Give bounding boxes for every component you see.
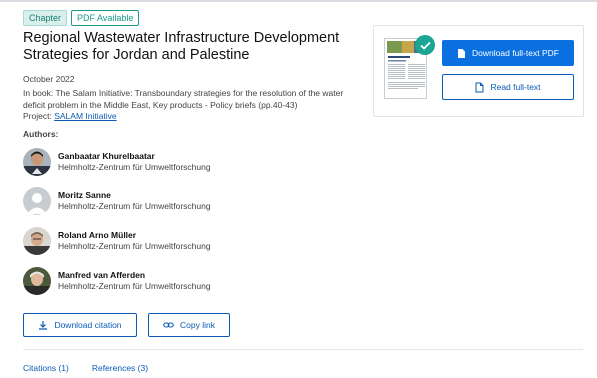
author-institution: Helmholtz-Zentrum für Umweltforschung [58,281,211,291]
pdf-file-icon [457,48,466,59]
author-item[interactable]: Roland Arno Müller Helmholtz-Zentrum für… [23,227,211,255]
avatar[interactable] [23,227,51,255]
tab-references[interactable]: References (3) [92,363,148,373]
top-divider [0,0,597,2]
full-text-card: Download full-text PDF Read full-text [373,25,584,117]
author-name[interactable]: Ganbaatar Khurelbaatar [58,151,211,162]
project-line: Project: SALAM Initiative [23,111,117,121]
check-icon [415,35,435,55]
download-citation-button[interactable]: Download citation [23,313,137,337]
page-title: Regional Wastewater Infrastructure Devel… [23,30,340,63]
copy-link-button[interactable]: Copy link [148,313,230,337]
copy-link-label: Copy link [180,320,215,330]
download-full-text-pdf-label: Download full-text PDF [472,48,559,58]
badges: Chapter PDF Available [23,10,140,26]
author-item[interactable]: Moritz Sanne Helmholtz-Zentrum für Umwel… [23,187,211,215]
section-divider [23,349,583,350]
tab-citations[interactable]: Citations (1) [23,363,69,373]
read-full-text-button[interactable]: Read full-text [442,74,574,100]
document-icon [475,82,484,93]
in-book-text: In book: The Salam Initiative: Transboun… [23,88,344,110]
avatar[interactable] [23,148,51,176]
link-icon [163,320,174,330]
author-institution: Helmholtz-Zentrum für Umweltforschung [58,241,211,251]
author-name[interactable]: Roland Arno Müller [58,230,211,241]
pdf-available-badge: PDF Available [71,10,140,26]
author-institution: Helmholtz-Zentrum für Umweltforschung [58,201,211,211]
author-item[interactable]: Ganbaatar Khurelbaatar Helmholtz-Zentrum… [23,148,211,176]
publication-date: October 2022 [23,74,75,84]
author-item[interactable]: Manfred van Afferden Helmholtz-Zentrum f… [23,267,211,295]
project-link[interactable]: SALAM Initiative [54,111,116,121]
authors-heading: Authors: [23,129,59,139]
read-full-text-label: Read full-text [490,82,541,92]
author-name[interactable]: Moritz Sanne [58,190,211,201]
author-name[interactable]: Manfred van Afferden [58,270,211,281]
download-icon [38,320,48,330]
avatar[interactable] [23,267,51,295]
download-full-text-pdf-button[interactable]: Download full-text PDF [442,40,574,66]
project-label: Project: [23,111,52,121]
chapter-badge: Chapter [23,10,68,26]
author-institution: Helmholtz-Zentrum für Umweltforschung [58,162,211,172]
avatar[interactable] [23,187,51,215]
tabs: Citations (1) References (3) [23,363,148,373]
download-citation-label: Download citation [54,320,122,330]
